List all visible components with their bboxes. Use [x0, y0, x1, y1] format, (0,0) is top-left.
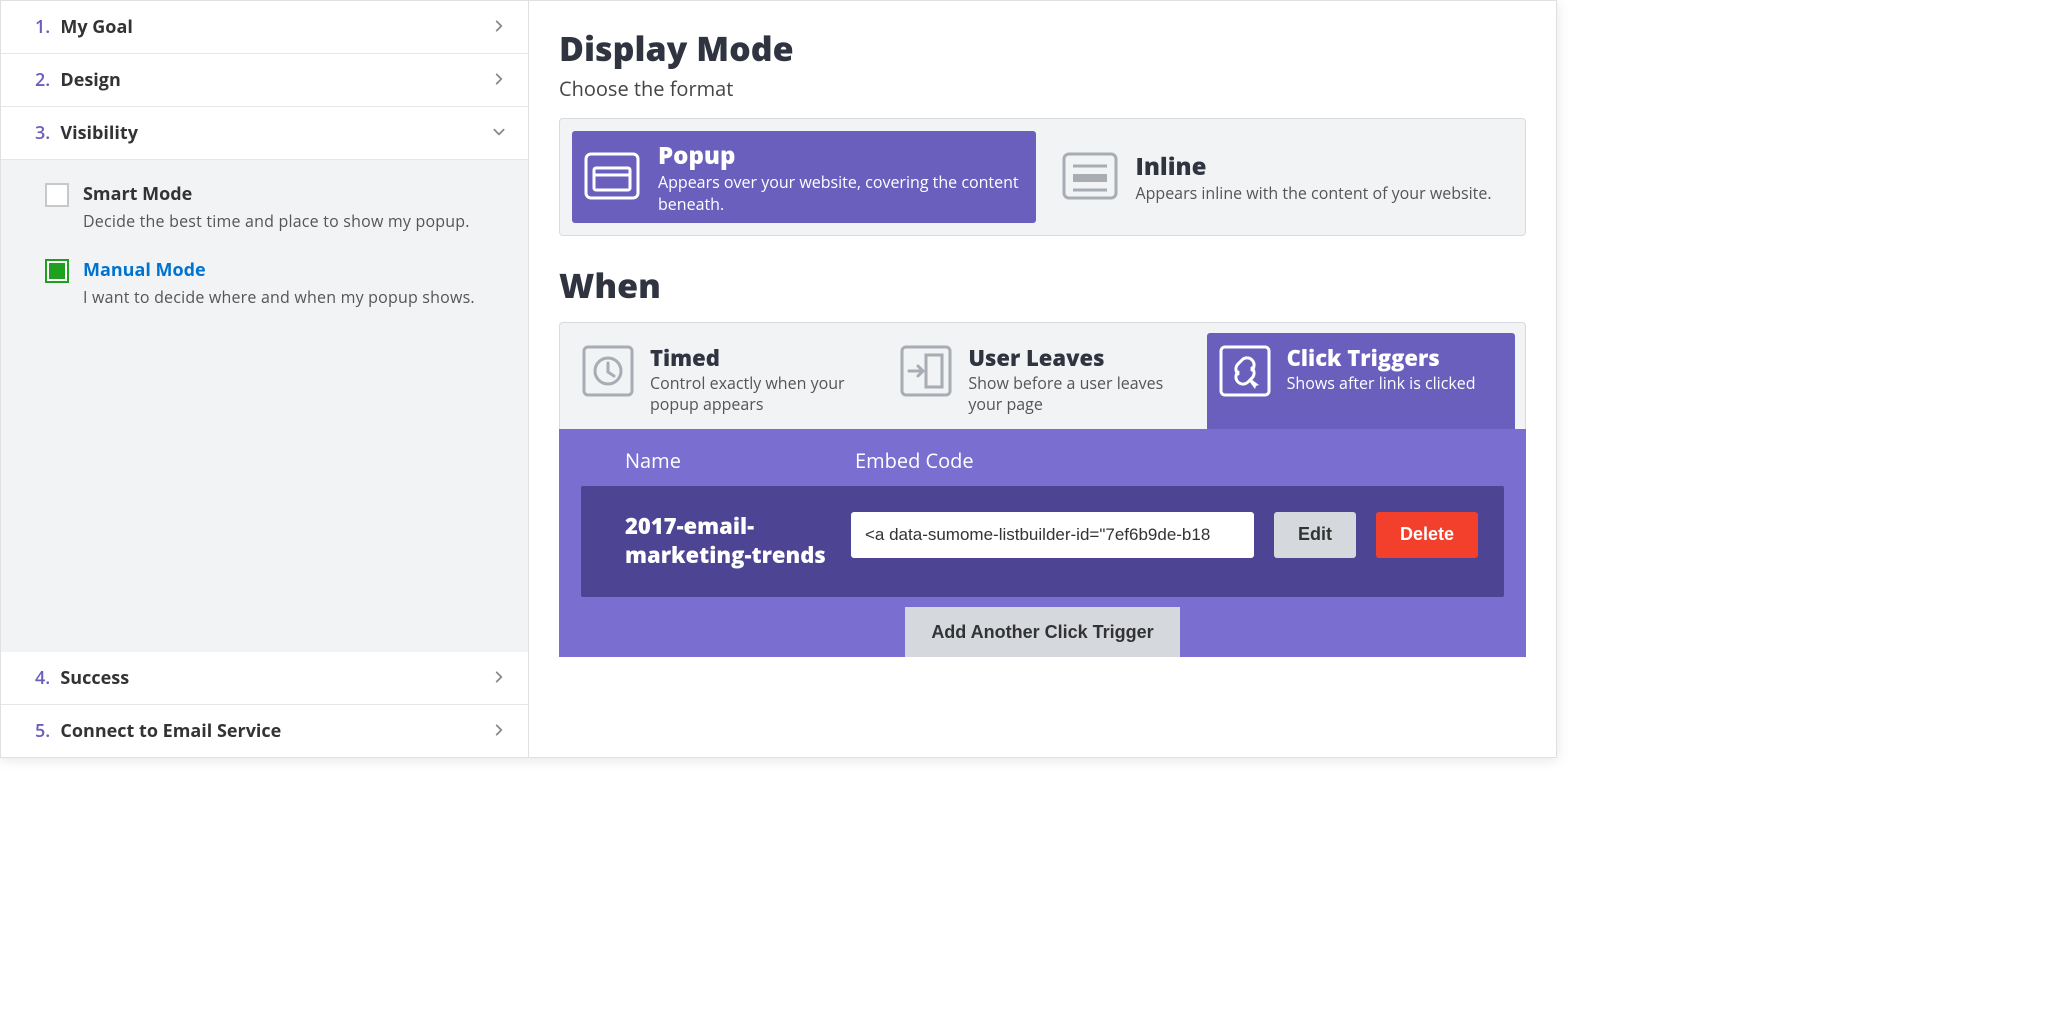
nav-item-design[interactable]: 2. Design — [1, 54, 528, 107]
tab-timed[interactable]: Timed Control exactly when your popup ap… — [570, 333, 878, 429]
smart-mode-title: Smart Mode — [83, 182, 470, 206]
chevron-down-icon — [492, 122, 506, 144]
main-panel: Display Mode Choose the format Popup App… — [529, 1, 1556, 757]
app-frame: 1. My Goal 2. Design 3. Visibility — [0, 0, 1557, 758]
tab-user-leaves-desc: Show before a user leaves your page — [968, 373, 1182, 415]
clock-icon — [580, 343, 636, 399]
inline-desc: Appears inline with the content of your … — [1136, 183, 1492, 205]
tab-timed-desc: Control exactly when your popup appears — [650, 373, 864, 415]
nav-item-label: Connect to Email Service — [60, 719, 281, 743]
nav-item-connect-email[interactable]: 5. Connect to Email Service — [1, 705, 528, 757]
chevron-right-icon — [492, 16, 506, 38]
trigger-name: 2017-email-marketing-trends — [625, 512, 831, 571]
checkbox-unchecked-icon[interactable] — [45, 183, 69, 207]
visibility-sub-panel: Smart Mode Decide the best time and plac… — [1, 160, 528, 652]
inline-title: Inline — [1136, 150, 1492, 183]
smart-mode-desc: Decide the best time and place to show m… — [83, 210, 470, 232]
nav-item-number: 5. — [35, 719, 50, 743]
nav-item-my-goal[interactable]: 1. My Goal — [1, 1, 528, 54]
sidebar: 1. My Goal 2. Design 3. Visibility — [1, 1, 529, 757]
nav-item-label: Success — [60, 666, 129, 690]
tab-click-triggers-desc: Shows after link is clicked — [1287, 373, 1476, 394]
nav-item-label: Visibility — [60, 121, 138, 145]
nav-item-number: 4. — [35, 666, 50, 690]
click-triggers-panel: Name Embed Code 2017-email-marketing-tre… — [559, 429, 1526, 657]
trigger-row: 2017-email-marketing-trends Edit Delete — [581, 486, 1504, 597]
tab-click-triggers-title: Click Triggers — [1287, 343, 1476, 373]
column-name: Name — [625, 447, 855, 474]
nav-item-success[interactable]: 4. Success — [1, 652, 528, 705]
delete-button[interactable]: Delete — [1376, 512, 1478, 558]
manual-mode-desc: I want to decide where and when my popup… — [83, 286, 475, 308]
popup-mode-card[interactable]: Popup Appears over your website, coverin… — [572, 131, 1036, 223]
when-heading: When — [559, 262, 1526, 308]
manual-mode-title: Manual Mode — [83, 258, 475, 282]
when-tabs: Timed Control exactly when your popup ap… — [559, 322, 1526, 429]
column-embed: Embed Code — [855, 447, 974, 474]
add-trigger-row: Add Another Click Trigger — [581, 597, 1504, 657]
popup-desc: Appears over your website, covering the … — [658, 172, 1022, 215]
inline-icon — [1060, 147, 1120, 207]
chevron-right-icon — [492, 720, 506, 742]
nav-item-number: 1. — [35, 15, 50, 39]
nav-item-number: 3. — [35, 121, 50, 145]
manual-mode-option[interactable]: Manual Mode I want to decide where and w… — [45, 258, 500, 308]
tab-user-leaves[interactable]: User Leaves Show before a user leaves yo… — [888, 333, 1196, 429]
tab-user-leaves-title: User Leaves — [968, 343, 1182, 373]
nav-item-label: My Goal — [60, 15, 132, 39]
when-section: When Timed Control exactly when your pop… — [559, 262, 1526, 657]
nav-item-label: Design — [60, 68, 120, 92]
chevron-right-icon — [492, 69, 506, 91]
inline-mode-card[interactable]: Inline Appears inline with the content o… — [1050, 131, 1514, 223]
edit-button[interactable]: Edit — [1274, 512, 1356, 558]
tab-click-triggers[interactable]: Click Triggers Shows after link is click… — [1207, 333, 1515, 429]
chevron-right-icon — [492, 667, 506, 689]
popup-title: Popup — [658, 139, 1022, 172]
exit-icon — [898, 343, 954, 399]
embed-code-input[interactable] — [851, 512, 1254, 558]
display-mode-subtitle: Choose the format — [559, 75, 1526, 102]
smart-mode-option[interactable]: Smart Mode Decide the best time and plac… — [45, 182, 500, 232]
nav-item-visibility[interactable]: 3. Visibility — [1, 107, 528, 160]
display-mode-options: Popup Appears over your website, coverin… — [559, 118, 1526, 236]
checkbox-checked-icon[interactable] — [45, 259, 69, 283]
triggers-table-header: Name Embed Code — [581, 447, 1504, 486]
add-click-trigger-button[interactable]: Add Another Click Trigger — [905, 607, 1179, 657]
nav-item-number: 2. — [35, 68, 50, 92]
link-click-icon — [1217, 343, 1273, 399]
tab-timed-title: Timed — [650, 343, 864, 373]
popup-icon — [582, 147, 642, 207]
display-mode-heading: Display Mode — [559, 25, 1526, 71]
